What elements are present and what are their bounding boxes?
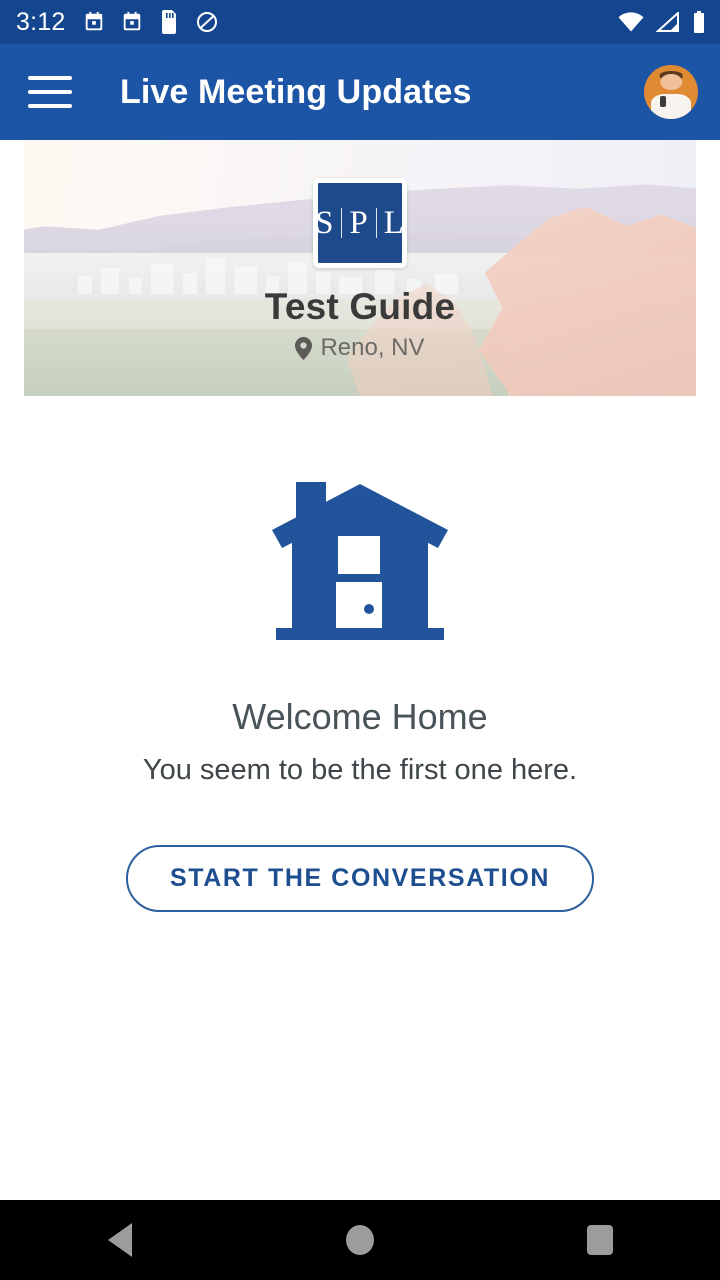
empty-state-subtitle: You seem to be the first one here. <box>142 754 578 786</box>
app-screen: 3:12 Live Meeting Updates S P L Test Gui… <box>0 0 720 1280</box>
calendar-icon <box>86 11 103 31</box>
status-bar: 3:12 <box>0 0 720 44</box>
event-location: Reno, NV <box>295 334 425 362</box>
android-navigation-bar <box>0 1200 720 1280</box>
status-notification-icons <box>83 10 219 34</box>
empty-state-title: Welcome Home <box>232 696 488 737</box>
logo-letter-s: S <box>315 204 335 241</box>
page-title: Live Meeting Updates <box>120 72 472 111</box>
logo-letter-p: P <box>349 204 369 241</box>
battery-icon <box>694 11 704 33</box>
calendar-icon <box>124 11 141 31</box>
app-bar: Live Meeting Updates <box>0 44 720 140</box>
banner-content: S P L Test Guide Reno, NV <box>24 140 696 396</box>
start-conversation-button[interactable]: START THE CONVERSATION <box>125 845 595 912</box>
event-location-text: Reno, NV <box>320 334 425 361</box>
hamburger-menu-icon[interactable] <box>28 76 72 108</box>
cellular-signal-icon <box>656 12 679 32</box>
avatar[interactable] <box>644 65 698 119</box>
house-icon <box>270 470 450 650</box>
do-not-disturb-icon <box>197 12 218 32</box>
wifi-icon <box>618 12 644 32</box>
home-circle-icon <box>346 1225 374 1255</box>
logo-divider <box>375 208 377 238</box>
logo-divider <box>341 208 343 238</box>
avatar-body <box>651 94 691 119</box>
empty-state: Welcome Home You seem to be the first on… <box>0 470 720 912</box>
avatar-phone <box>660 96 667 108</box>
status-system-icons <box>618 11 706 33</box>
back-triangle-icon <box>108 1223 132 1257</box>
recents-square-icon <box>587 1225 613 1255</box>
avatar-head <box>660 73 682 90</box>
map-pin-icon <box>295 336 313 360</box>
home-button[interactable] <box>300 1200 420 1280</box>
logo-letter-l: L <box>383 204 405 241</box>
sd-card-icon <box>162 10 177 34</box>
back-button[interactable] <box>60 1200 180 1280</box>
event-banner-card[interactable]: S P L Test Guide Reno, NV <box>24 140 696 396</box>
organization-logo: S P L <box>313 178 407 268</box>
event-title: Test Guide <box>264 286 456 327</box>
recents-button[interactable] <box>540 1200 660 1280</box>
status-time: 3:12 <box>16 7 66 36</box>
